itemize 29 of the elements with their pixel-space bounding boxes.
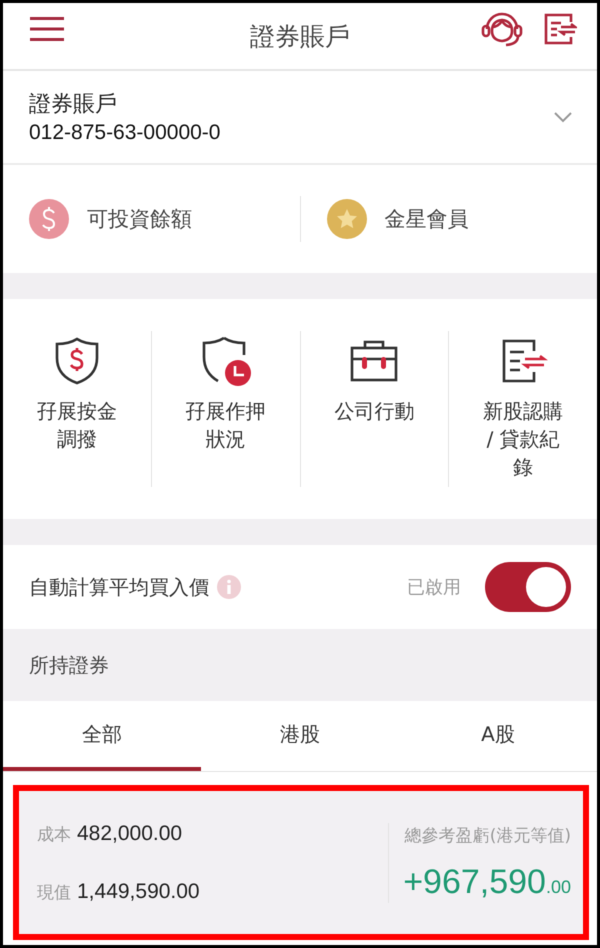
- page-title: 證券賬戶: [250, 20, 350, 52]
- status-text: 已啟用: [407, 576, 461, 599]
- cost-label: 成本: [37, 824, 71, 846]
- account-selector[interactable]: 證券賬戶 012-875-63-00000-0: [3, 71, 597, 165]
- menu-icon[interactable]: [30, 16, 64, 42]
- market-value: 1,449,590.00: [77, 880, 200, 904]
- document-exchange-icon[interactable]: [543, 12, 577, 46]
- toggle-switch[interactable]: [485, 562, 571, 612]
- service-shortcut[interactable]: 新股認購 / 貸款紀錄: [449, 299, 597, 519]
- market-value-label: 現值: [37, 882, 71, 904]
- setting-label: 自動計算平均買入價: [29, 574, 209, 600]
- cost-value: 482,000.00: [77, 822, 182, 846]
- quick-link[interactable]: 金星會員: [300, 199, 597, 239]
- star-coin-icon: [326, 199, 366, 239]
- account-number: 012-875-63-00000-0: [29, 121, 220, 145]
- dollar-coin-icon: [29, 199, 69, 239]
- shield-dollar-icon: [52, 335, 101, 387]
- profit-loss-label: 總參考盈虧(港元等值): [404, 824, 571, 846]
- profit-loss-decimals: .00: [546, 876, 571, 898]
- chevron-down-icon: [553, 111, 573, 123]
- section-title: 所持證券: [29, 652, 109, 678]
- service-shortcut[interactable]: 孖展按金調撥: [3, 299, 151, 519]
- service-shortcut[interactable]: 孖展作押狀況: [152, 299, 300, 519]
- profit-loss-value: +967,590: [403, 862, 546, 902]
- quick-link[interactable]: 可投資餘額: [3, 199, 300, 239]
- headset-icon[interactable]: [481, 11, 523, 47]
- account-label: 證券賬戶: [29, 91, 118, 119]
- shield-clock-icon: [200, 335, 252, 387]
- service-shortcut[interactable]: 公司行動: [300, 299, 448, 519]
